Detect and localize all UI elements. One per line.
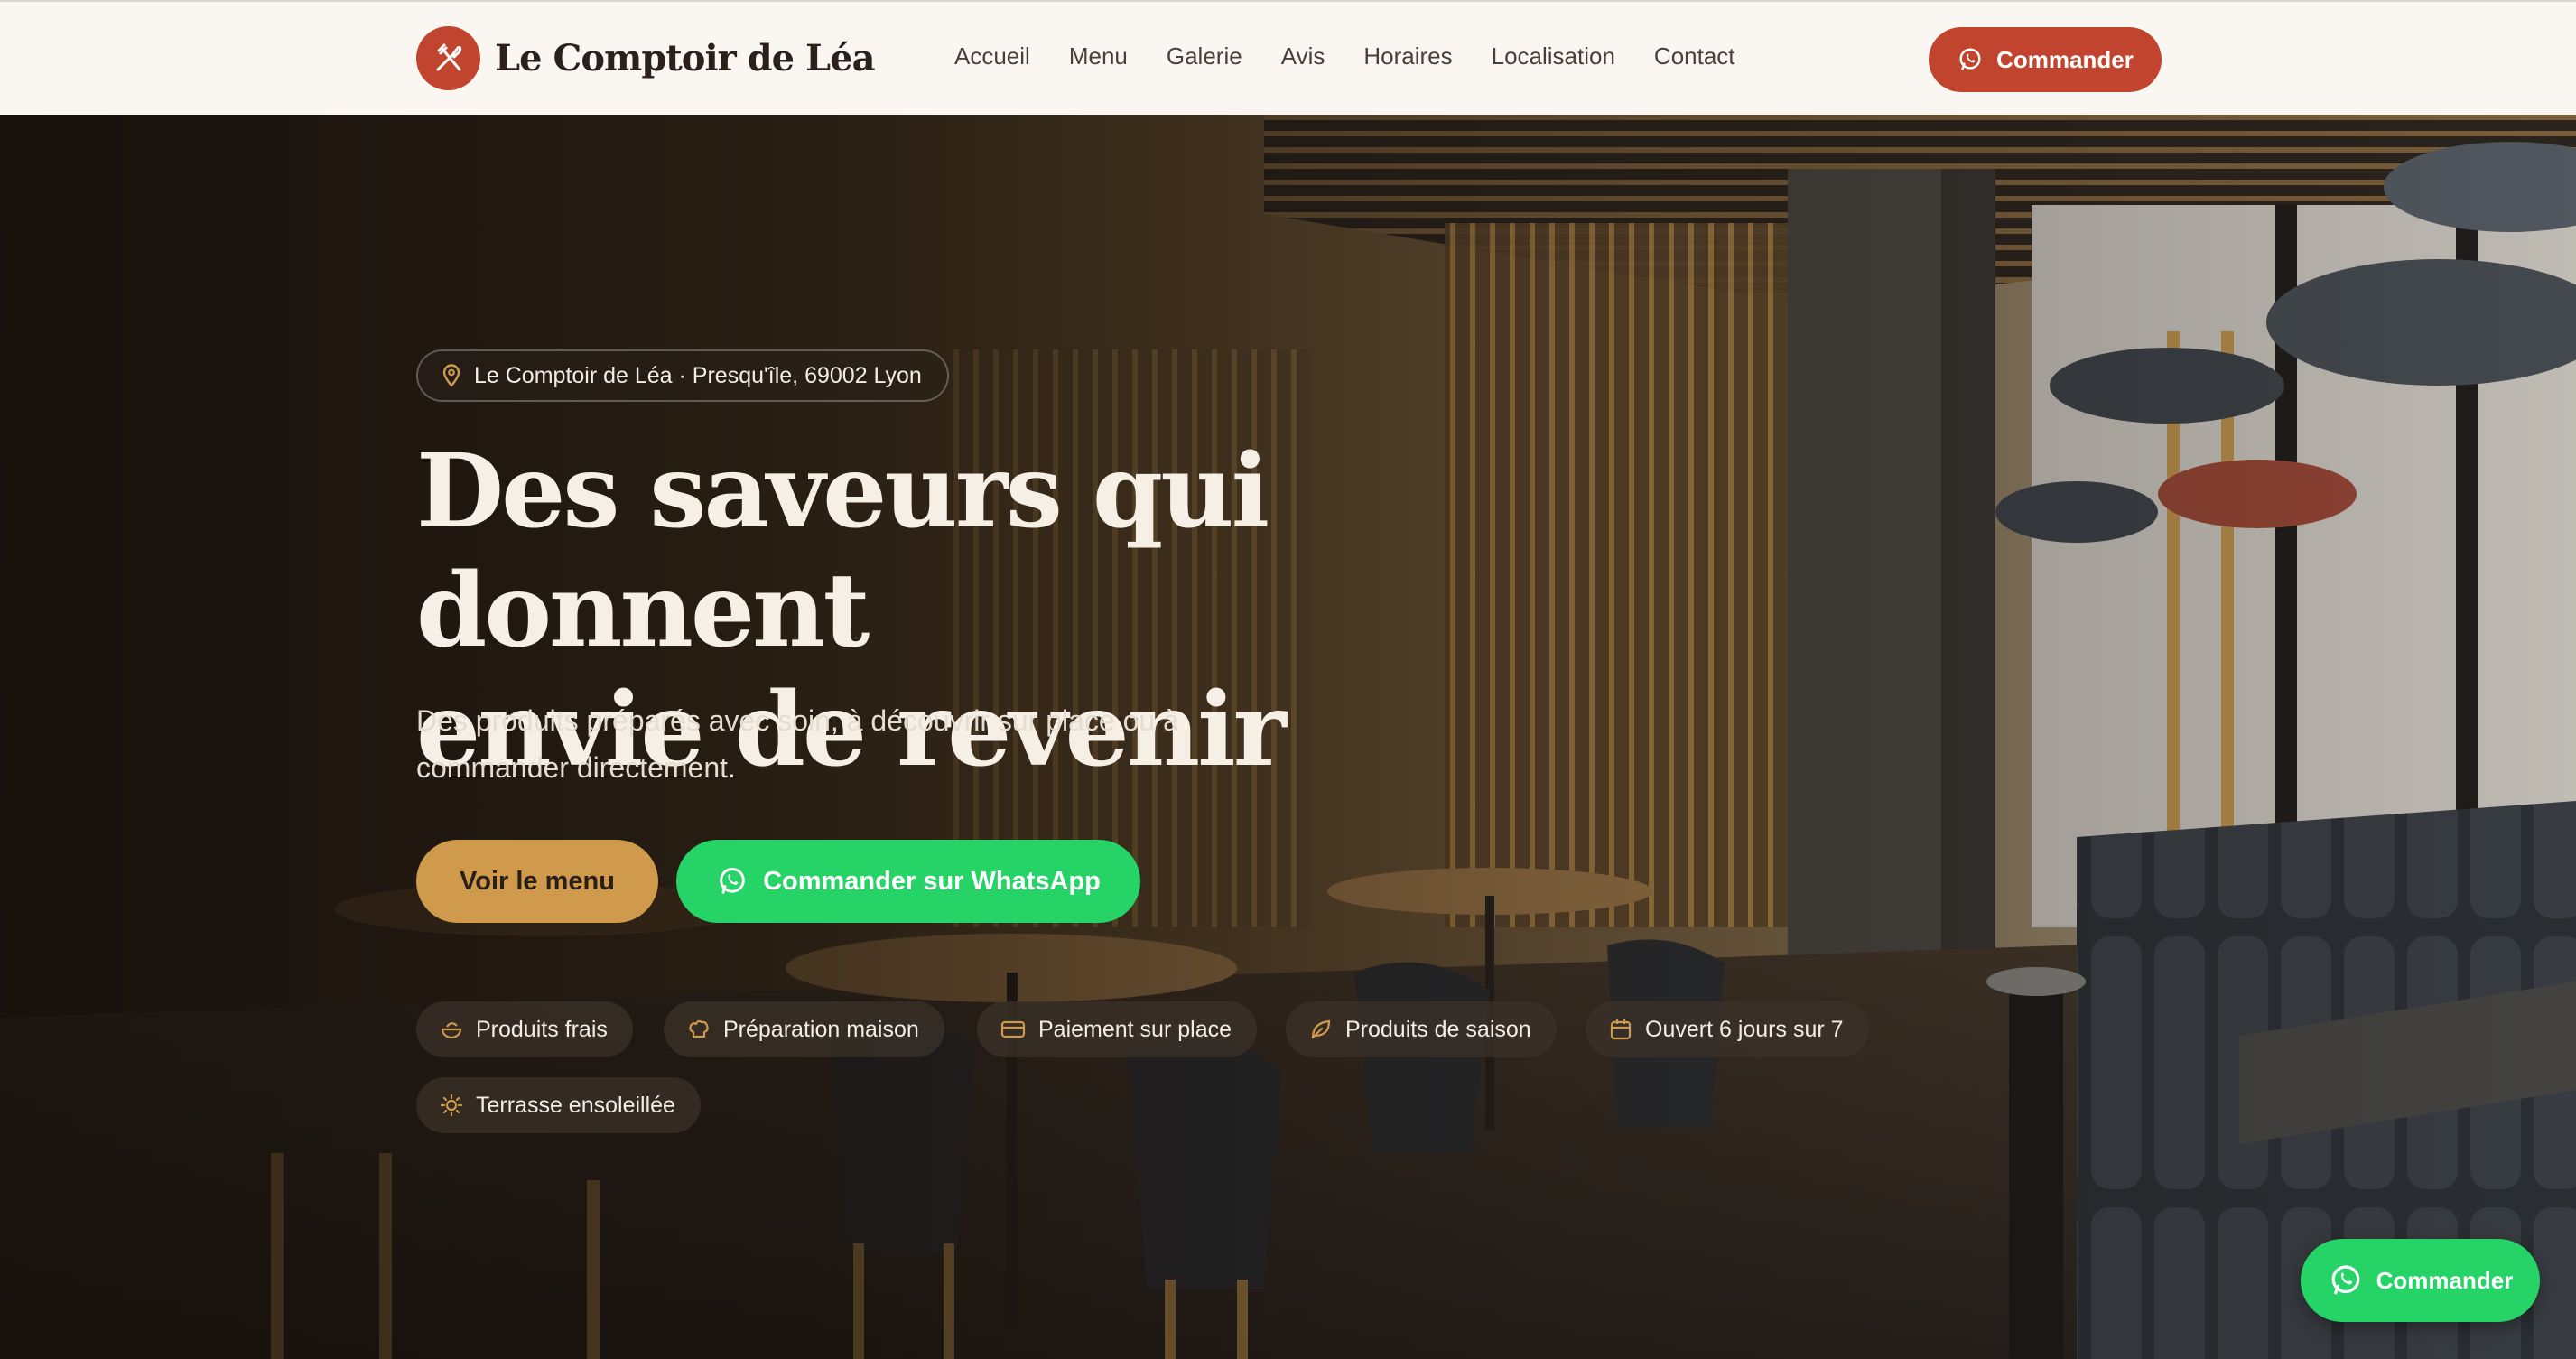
top-navbar: Le Comptoir de Léa Accueil Menu Galerie … bbox=[0, 0, 2576, 115]
feature-chip-homemade: Préparation maison bbox=[664, 1001, 944, 1057]
hero-section: Le Comptoir de Léa · Presqu'île, 69002 L… bbox=[0, 115, 2576, 1359]
feature-chip-opening: Ouvert 6 jours sur 7 bbox=[1586, 1001, 1869, 1057]
nav-link-horaires[interactable]: Horaires bbox=[1363, 42, 1452, 70]
bowl-icon bbox=[441, 1022, 462, 1039]
feature-chip-terrace: Terrasse ensoleillée bbox=[416, 1077, 701, 1133]
hero-subtitle-line1: Des produits préparés avec soin, à décou… bbox=[416, 704, 1179, 737]
feature-chip-payment: Paiement sur place bbox=[977, 1001, 1258, 1057]
nav-link-accueil[interactable]: Accueil bbox=[954, 42, 1030, 70]
hero-title-line1: Des saveurs qui donnent bbox=[416, 433, 1269, 670]
floating-commander-button[interactable]: Commander bbox=[2301, 1239, 2540, 1322]
feature-chip-seasonal: Produits de saison bbox=[1286, 1001, 1557, 1057]
whatsapp-icon bbox=[1959, 48, 1981, 70]
nav-link-avis[interactable]: Avis bbox=[1281, 42, 1325, 70]
whatsapp-icon bbox=[2331, 1265, 2360, 1295]
nav-link-menu[interactable]: Menu bbox=[1069, 42, 1128, 70]
feature-chip-fresh: Produits frais bbox=[416, 1001, 633, 1057]
nav-commander-label: Commander bbox=[1996, 45, 2134, 73]
whatsapp-order-button[interactable]: Commander sur WhatsApp bbox=[676, 840, 1140, 923]
feature-label: Paiement sur place bbox=[1038, 1016, 1232, 1042]
utensils-crossed-icon[interactable] bbox=[416, 26, 480, 90]
view-menu-label: Voir le menu bbox=[460, 866, 615, 896]
location-label: Le Comptoir de Léa · Presqu'île, 69002 L… bbox=[474, 362, 922, 388]
floating-commander-label: Commander bbox=[2376, 1266, 2514, 1294]
map-pin-icon bbox=[442, 364, 460, 387]
nav-link-localisation[interactable]: Localisation bbox=[1492, 42, 1615, 70]
credit-card-icon bbox=[1000, 1020, 1026, 1038]
nav-link-contact[interactable]: Contact bbox=[1654, 42, 1735, 70]
brand-name[interactable]: Le Comptoir de Léa bbox=[495, 36, 875, 81]
leaf-icon bbox=[1311, 1019, 1331, 1039]
whatsapp-order-label: Commander sur WhatsApp bbox=[763, 866, 1101, 896]
calendar-icon bbox=[1610, 1019, 1632, 1040]
sun-icon bbox=[440, 1094, 463, 1117]
nav-link-galerie[interactable]: Galerie bbox=[1167, 42, 1242, 70]
location-badge: Le Comptoir de Léa · Presqu'île, 69002 L… bbox=[416, 349, 949, 402]
nav-commander-button[interactable]: Commander bbox=[1929, 27, 2162, 92]
chef-hat-icon bbox=[689, 1019, 709, 1038]
view-menu-button[interactable]: Voir le menu bbox=[416, 840, 658, 923]
feature-label: Préparation maison bbox=[723, 1016, 919, 1042]
feature-label: Produits frais bbox=[476, 1016, 608, 1042]
hero-subtitle-line2: commander directement. bbox=[416, 751, 736, 784]
hero-subtitle: Des produits préparés avec soin, à décou… bbox=[416, 697, 1283, 791]
feature-label: Terrasse ensoleillée bbox=[476, 1092, 675, 1118]
feature-label: Ouvert 6 jours sur 7 bbox=[1645, 1016, 1844, 1042]
feature-label: Produits de saison bbox=[1345, 1016, 1531, 1042]
whatsapp-icon bbox=[720, 868, 745, 894]
nav-links: Accueil Menu Galerie Avis Horaires Local… bbox=[954, 42, 1735, 70]
